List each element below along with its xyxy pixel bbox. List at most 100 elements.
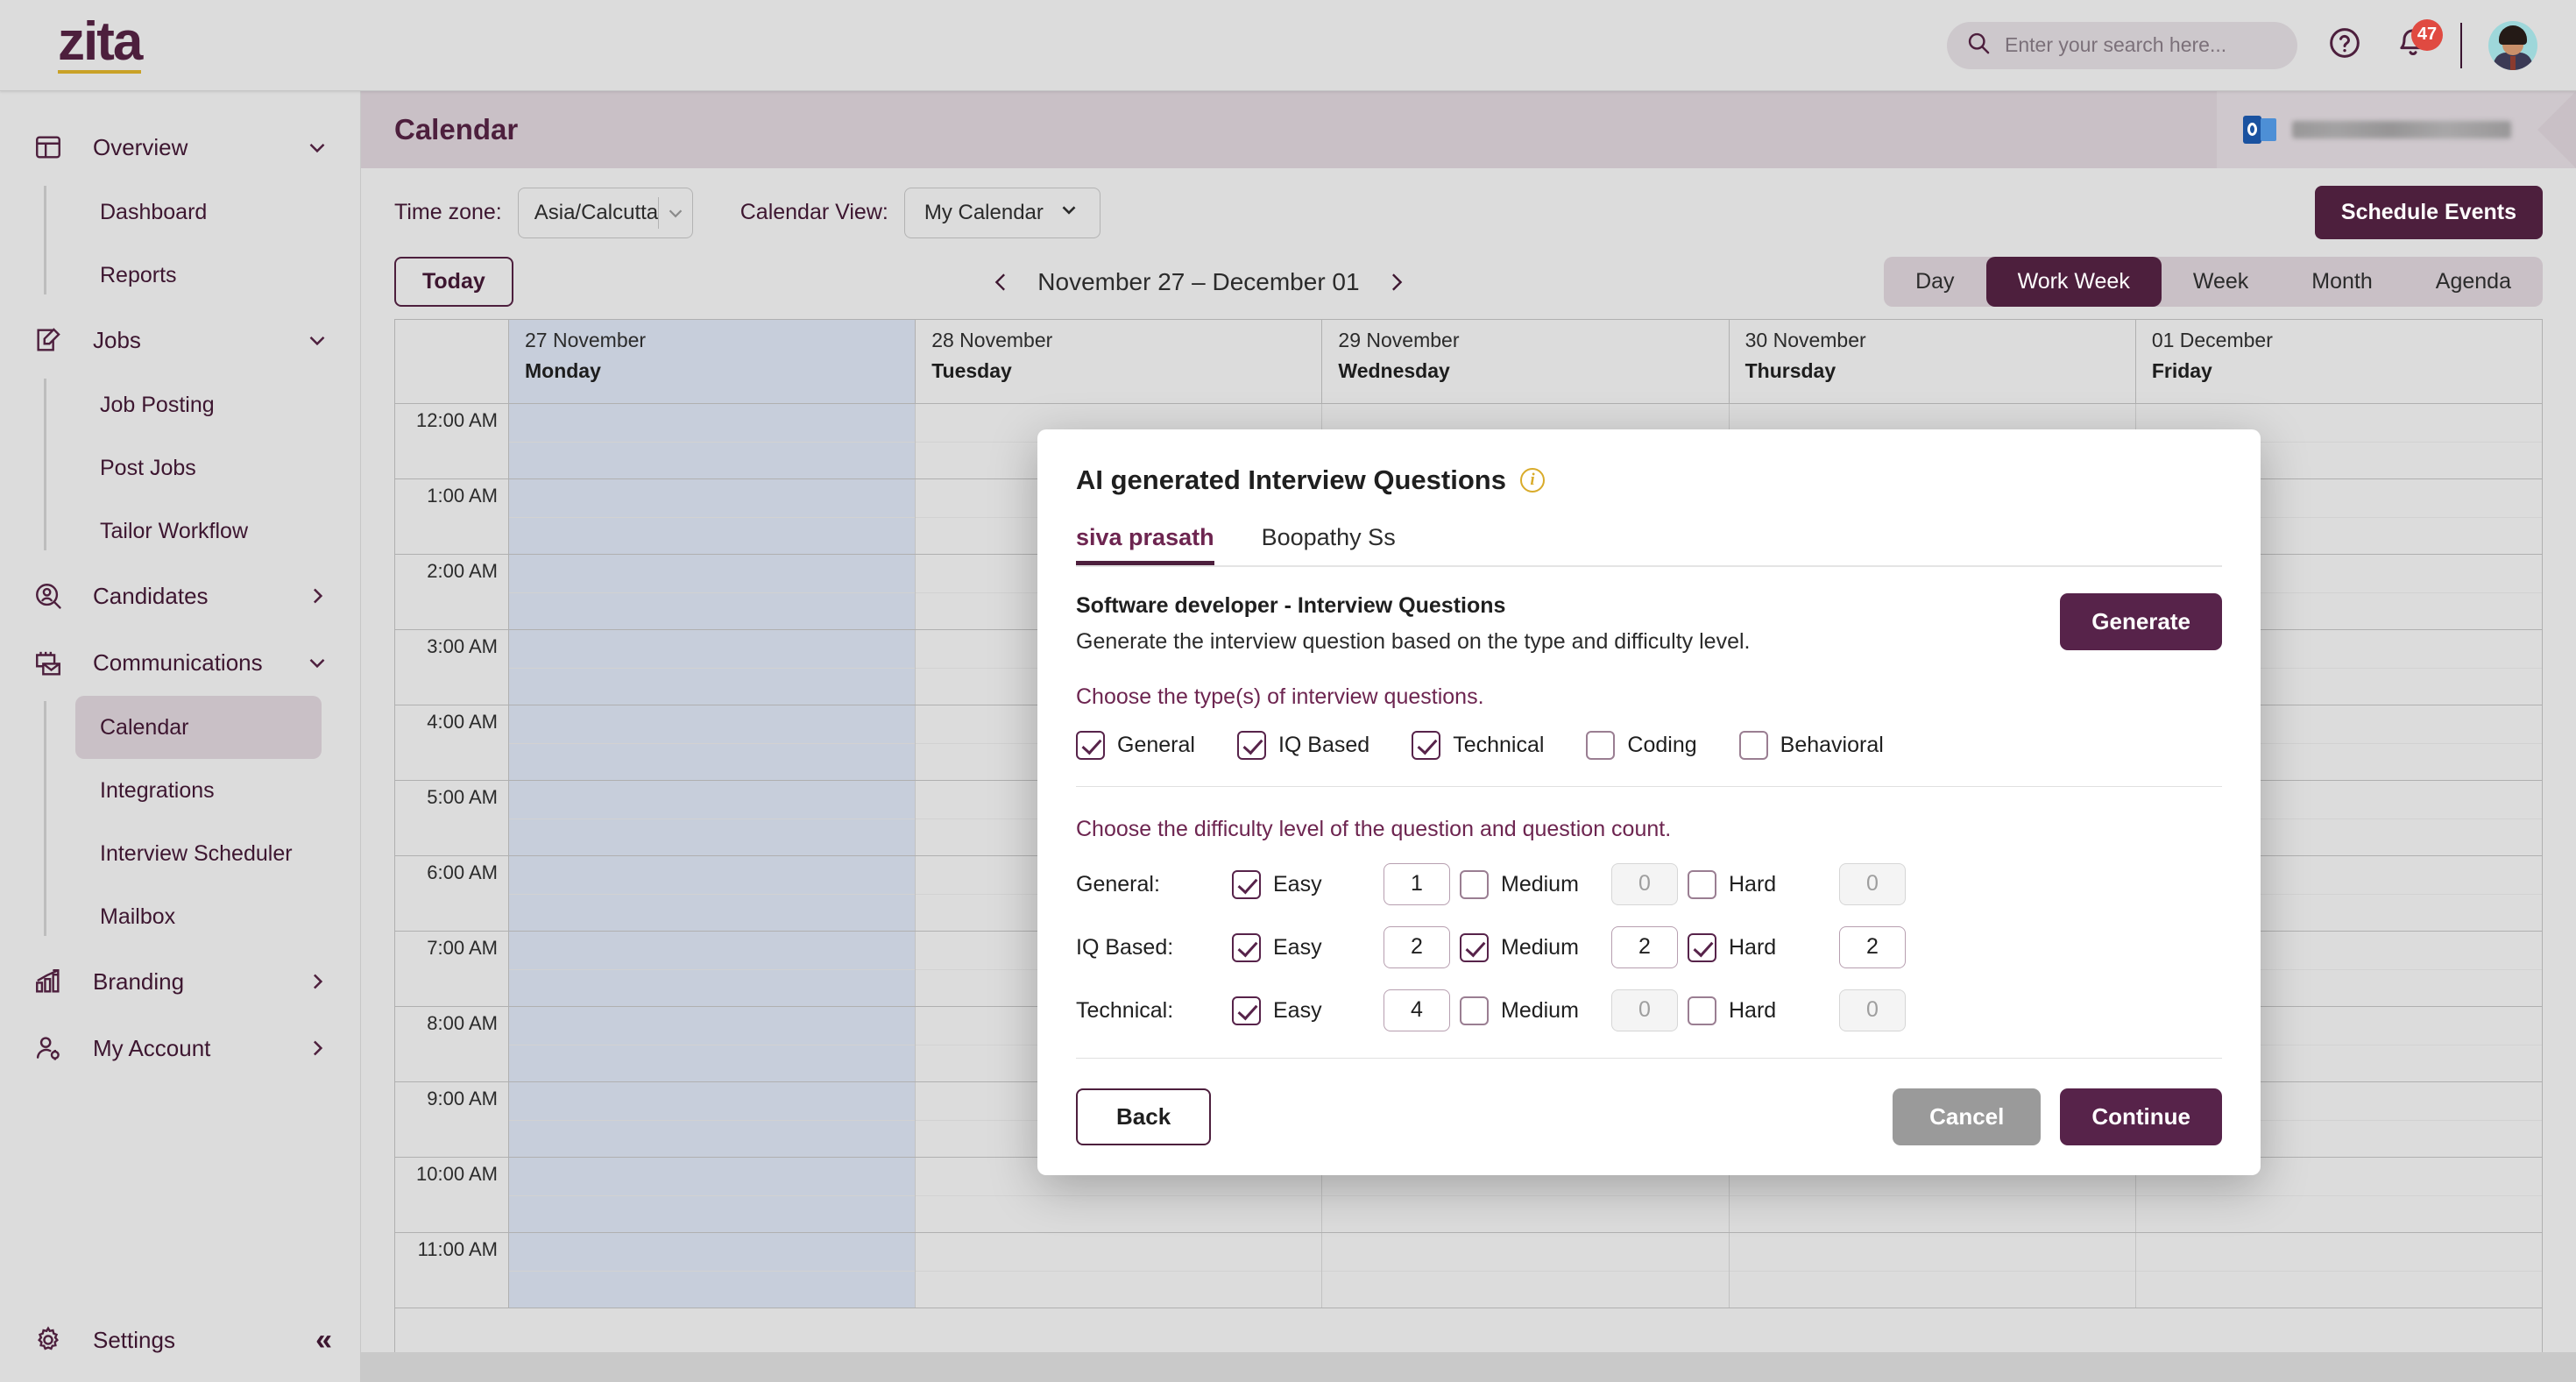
checkbox-box[interactable] [1688, 996, 1716, 1025]
checkbox-box[interactable] [1460, 996, 1489, 1025]
checkbox-iq-based[interactable]: IQ Based [1236, 731, 1369, 760]
search-input[interactable]: Enter your search here... [1947, 21, 2297, 69]
checkbox-box[interactable] [1076, 731, 1105, 760]
count-input[interactable]: 0 [1839, 989, 1906, 1031]
info-icon[interactable]: i [1519, 468, 1545, 493]
calendar-slot[interactable] [509, 705, 916, 780]
day-header-thursday[interactable]: 30 November Thursday [1730, 320, 2136, 403]
count-input[interactable]: 0 [1611, 863, 1678, 905]
count-input[interactable]: 0 [1839, 863, 1906, 905]
previous-period-button[interactable] [988, 269, 1015, 295]
tab-agenda[interactable]: Agenda [2404, 257, 2543, 307]
calendar-slot[interactable] [509, 781, 916, 855]
checkbox-coding[interactable]: Coding [1586, 731, 1697, 760]
calendar-slot[interactable] [509, 1158, 916, 1232]
tab-week[interactable]: Week [2162, 257, 2280, 307]
notifications-button[interactable]: 47 [2392, 18, 2443, 67]
calendar-slot[interactable] [2135, 1233, 2542, 1308]
tab-candidate-siva-prasath[interactable]: siva prasath [1076, 524, 1214, 565]
sidebar-item-candidates[interactable]: Candidates [0, 563, 360, 629]
user-search-icon [33, 581, 74, 611]
calendar-slot[interactable] [509, 404, 916, 478]
sidebar-item-interview-scheduler[interactable]: Interview Scheduler [75, 822, 322, 885]
tab-work-week[interactable]: Work Week [1985, 257, 2162, 307]
calendar-slot[interactable] [1322, 1233, 1730, 1308]
next-period-button[interactable] [1383, 269, 1409, 295]
general-medium[interactable]: Medium 0 [1460, 863, 1688, 905]
count-input[interactable]: 2 [1384, 926, 1450, 968]
calendar-slot[interactable] [509, 1007, 916, 1081]
count-input[interactable]: 2 [1611, 926, 1678, 968]
schedule-events-button[interactable]: Schedule Events [2314, 186, 2543, 239]
iq-easy[interactable]: Easy 2 [1232, 926, 1460, 968]
connected-account-ribbon [2217, 91, 2576, 168]
help-button[interactable] [2324, 25, 2366, 67]
sidebar-item-my-account[interactable]: My Account [0, 1015, 360, 1081]
back-button[interactable]: Back [1076, 1088, 1212, 1145]
sidebar-item-settings[interactable]: Settings « [0, 1298, 360, 1382]
count-input[interactable]: 2 [1839, 926, 1906, 968]
general-easy[interactable]: Easy 1 [1232, 863, 1460, 905]
checkbox-technical[interactable]: Technical [1412, 731, 1544, 760]
collapse-sidebar-button[interactable]: « [315, 1323, 332, 1357]
day-header-tuesday[interactable]: 28 November Tuesday [916, 320, 1323, 403]
technical-easy[interactable]: Easy 4 [1232, 989, 1460, 1031]
checkbox-box[interactable] [1232, 869, 1261, 899]
checkbox-box[interactable] [1738, 731, 1768, 760]
sidebar-item-communications[interactable]: Communications [0, 629, 360, 696]
count-input[interactable]: 0 [1611, 989, 1678, 1031]
day-header-friday[interactable]: 01 December Friday [2136, 320, 2542, 403]
count-input[interactable]: 1 [1384, 863, 1450, 905]
sidebar-item-calendar[interactable]: Calendar [75, 696, 322, 759]
day-header-wednesday[interactable]: 29 November Wednesday [1322, 320, 1730, 403]
day-header-monday[interactable]: 27 November Monday [509, 320, 916, 403]
tab-candidate-boopathy-ss[interactable]: Boopathy Ss [1262, 524, 1396, 565]
iq-medium[interactable]: Medium 2 [1460, 926, 1688, 968]
count-input[interactable]: 4 [1384, 989, 1450, 1031]
avatar[interactable] [2488, 20, 2537, 70]
sidebar-item-tailor-workflow[interactable]: Tailor Workflow [75, 500, 322, 563]
continue-button[interactable]: Continue [2060, 1088, 2222, 1145]
timezone-select[interactable]: Asia/Calcutta [517, 187, 693, 238]
calendar-slot[interactable] [1729, 1233, 2136, 1308]
tab-month[interactable]: Month [2280, 257, 2403, 307]
calendar-slot[interactable] [509, 479, 916, 554]
checkbox-box[interactable] [1460, 869, 1489, 899]
checkbox-box[interactable] [1412, 731, 1441, 760]
calendar-slot[interactable] [916, 1233, 1323, 1308]
checkbox-behavioral[interactable]: Behavioral [1738, 731, 1884, 760]
sidebar-item-reports[interactable]: Reports [75, 244, 322, 307]
technical-medium[interactable]: Medium 0 [1460, 989, 1688, 1031]
sidebar-item-jobs[interactable]: Jobs [0, 307, 360, 373]
sidebar-item-dashboard[interactable]: Dashboard [75, 181, 322, 244]
technical-hard[interactable]: Hard 0 [1688, 989, 1915, 1031]
iq-hard[interactable]: Hard 2 [1688, 926, 1915, 968]
checkbox-box[interactable] [1688, 869, 1716, 899]
calendar-slot[interactable] [509, 856, 916, 931]
calendar-slot[interactable] [509, 1233, 916, 1308]
calendar-slot[interactable] [509, 630, 916, 705]
checkbox-box[interactable] [1460, 932, 1489, 962]
checkbox-box[interactable] [1586, 731, 1616, 760]
checkbox-box[interactable] [1236, 731, 1266, 760]
sidebar-item-job-posting[interactable]: Job Posting [75, 373, 322, 436]
checkbox-general[interactable]: General [1076, 731, 1195, 760]
sidebar-item-overview[interactable]: Overview [0, 114, 360, 181]
zita-logo[interactable]: zita [58, 15, 143, 74]
calendar-slot[interactable] [509, 555, 916, 629]
sidebar-item-branding[interactable]: Branding [0, 948, 360, 1015]
calendar-slot[interactable] [509, 1082, 916, 1157]
cancel-button[interactable]: Cancel [1893, 1088, 2042, 1145]
general-hard[interactable]: Hard 0 [1688, 863, 1915, 905]
checkbox-box[interactable] [1232, 932, 1261, 962]
calendar-slot[interactable] [509, 932, 916, 1006]
generate-button[interactable]: Generate [2060, 593, 2222, 650]
tab-day[interactable]: Day [1884, 257, 1985, 307]
checkbox-box[interactable] [1232, 996, 1261, 1025]
calendar-view-select[interactable]: My Calendar [903, 187, 1100, 238]
checkbox-box[interactable] [1688, 932, 1716, 962]
today-button[interactable]: Today [394, 257, 513, 307]
sidebar-item-integrations[interactable]: Integrations [75, 759, 322, 822]
sidebar-item-post-jobs[interactable]: Post Jobs [75, 436, 322, 500]
sidebar-item-mailbox[interactable]: Mailbox [75, 885, 322, 948]
